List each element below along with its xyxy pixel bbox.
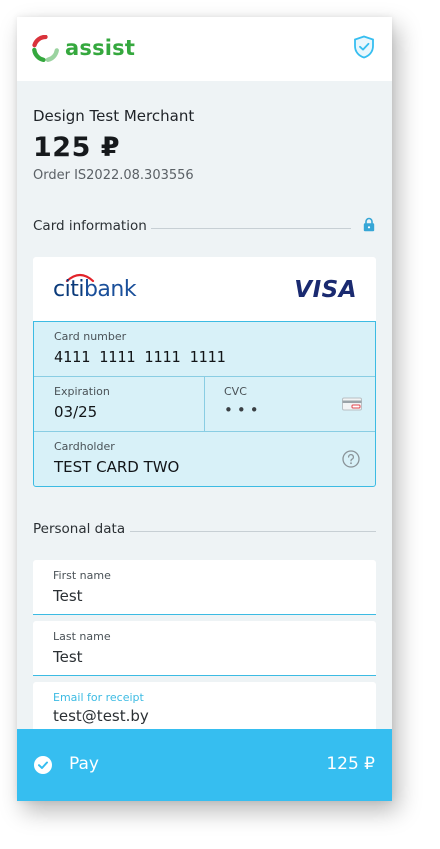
brand-logo: assist	[32, 33, 135, 63]
card-number-value: 4111 1111 1111 1111	[54, 348, 226, 366]
bank-logo: citibank	[53, 277, 137, 302]
card-section-title: Card information	[33, 218, 147, 234]
bank-card: citibank VISA Card number 4111 1111 1111…	[33, 257, 376, 487]
card-number-label: Card number	[54, 330, 127, 343]
cvc-field[interactable]: CVC •••	[205, 377, 375, 431]
first-name-label: First name	[53, 569, 111, 582]
cardholder-label: Cardholder	[54, 440, 115, 453]
order-number: Order IS2022.08.303556	[33, 168, 194, 183]
bank-logo-part1: citi	[53, 277, 84, 302]
shield-check-icon	[354, 35, 374, 59]
merchant-name: Design Test Merchant	[33, 107, 195, 125]
last-name-field[interactable]: Last name	[33, 621, 376, 676]
last-name-label: Last name	[53, 630, 111, 643]
check-circle-icon	[34, 756, 52, 774]
bank-logo-part2: bank	[83, 277, 137, 302]
expiration-label: Expiration	[54, 385, 110, 398]
card-number-field[interactable]: Card number 4111 1111 1111 1111	[34, 322, 375, 376]
cvc-label: CVC	[224, 385, 247, 398]
last-name-input[interactable]	[53, 648, 353, 666]
first-name-input[interactable]	[53, 587, 353, 605]
card-cvc-icon	[342, 397, 362, 411]
card-fields: Card number 4111 1111 1111 1111 Expirati…	[33, 321, 376, 487]
order-amount: 125 ₽	[33, 132, 121, 163]
cardholder-field[interactable]: Cardholder TEST CARD TWO	[34, 432, 375, 486]
card-network-logo: VISA	[294, 277, 357, 303]
pay-button[interactable]: Pay 125 ₽	[17, 729, 392, 801]
lock-icon	[363, 217, 375, 232]
expiration-field[interactable]: Expiration 03/25	[34, 377, 204, 431]
section-divider	[151, 228, 351, 229]
cvc-value: •••	[224, 401, 263, 419]
help-icon[interactable]	[342, 450, 360, 468]
assist-logo-icon	[32, 34, 59, 62]
payment-widget: assist Design Test Merchant 125 ₽ Order …	[17, 17, 392, 801]
expiration-value: 03/25	[54, 403, 98, 421]
cardholder-value: TEST CARD TWO	[54, 458, 180, 476]
email-label: Email for receipt	[53, 691, 144, 704]
email-input[interactable]	[53, 707, 353, 725]
section-divider	[130, 531, 376, 532]
pay-label: Pay	[69, 754, 99, 774]
first-name-field[interactable]: First name	[33, 560, 376, 615]
brand-name: assist	[65, 36, 136, 60]
header-bar: assist	[17, 17, 392, 81]
pay-amount: 125 ₽	[326, 754, 375, 774]
personal-section-title: Personal data	[33, 521, 126, 537]
